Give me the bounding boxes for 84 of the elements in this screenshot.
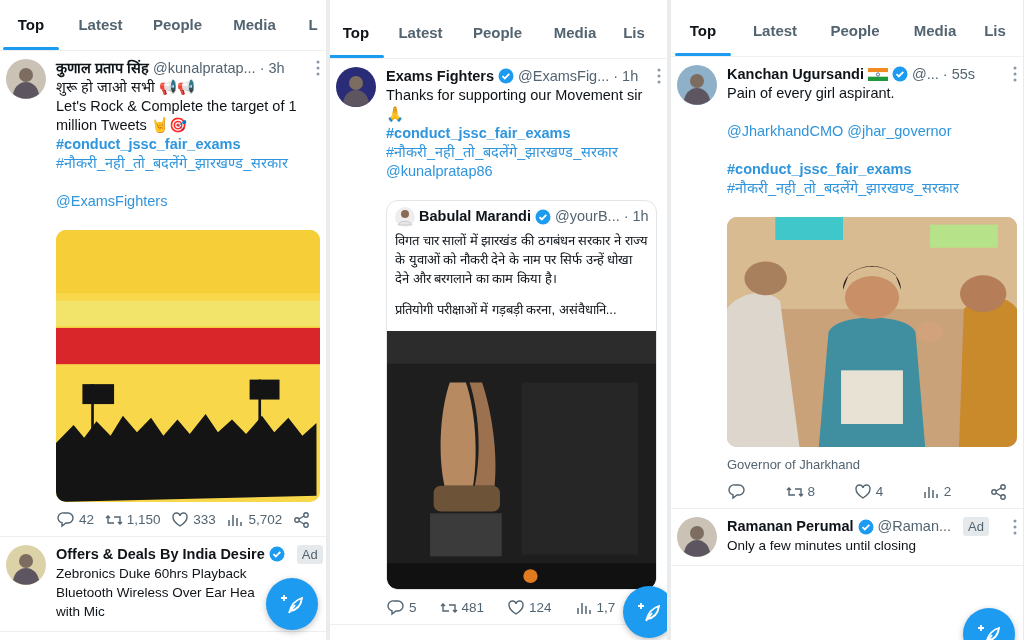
timestamp: · 1h bbox=[613, 66, 639, 86]
tweet-text: Thanks for supporting our Movement sir 🙏 bbox=[386, 85, 644, 124]
tab[interactable]: Latest bbox=[62, 14, 139, 50]
views-button[interactable]: 2 bbox=[920, 482, 952, 503]
reply-button[interactable]: 5 bbox=[386, 597, 417, 618]
author-handle: @... bbox=[911, 64, 939, 84]
tab[interactable]: People bbox=[815, 20, 895, 56]
tab[interactable]: Media bbox=[895, 20, 975, 56]
author-name[interactable]: Babulal Marandi bbox=[419, 207, 531, 226]
tweet-text: Pain of every girl aspirant. bbox=[727, 83, 895, 103]
speech-bubble-icon bbox=[56, 509, 76, 530]
feather-plus-icon bbox=[977, 622, 1001, 640]
author-name[interactable]: Offers & Deals By India Desire bbox=[56, 544, 265, 564]
share-button[interactable] bbox=[989, 482, 1009, 503]
tab[interactable]: Top bbox=[0, 14, 62, 50]
tab[interactable]: Latest bbox=[735, 20, 815, 56]
timestamp: · 55s bbox=[942, 64, 976, 84]
author-name[interactable]: Ramanan Perumal bbox=[727, 517, 854, 537]
tab[interactable]: L bbox=[293, 14, 326, 50]
author-handle: @Raman... bbox=[877, 517, 952, 537]
tab[interactable]: People bbox=[459, 22, 536, 58]
quoted-tweet-card[interactable] bbox=[386, 199, 657, 590]
avatar bbox=[6, 58, 46, 99]
tweet-text: विगत चार सालों में झारखंड की ठगबंधन सरकार ने राज्य के युवाओं को नौकरी देने के नाम पर सिर्फ उन्हें धोखा देने और बरगलाने का काम किया है। bbox=[395, 231, 648, 288]
tweet-text: Let's Rock & Complete the target of 1 million Tweets 🤘🎯 bbox=[56, 96, 298, 135]
avatar bbox=[677, 517, 717, 558]
avatar bbox=[677, 64, 717, 105]
avatar bbox=[6, 544, 46, 585]
author-name[interactable]: Kanchan Ugursandi bbox=[727, 64, 864, 84]
tab[interactable]: Latest bbox=[382, 22, 459, 58]
like-button[interactable]: 333 bbox=[170, 509, 216, 530]
author-handle: @kunalpratap... bbox=[153, 58, 256, 78]
author-name[interactable]: Exams Fighters bbox=[386, 66, 494, 86]
tweet-text: with Mic bbox=[56, 602, 105, 621]
feather-plus-icon bbox=[637, 600, 661, 624]
author-handle: @ExamsFig... bbox=[518, 66, 610, 86]
share-button[interactable] bbox=[291, 509, 312, 530]
speech-bubble-icon bbox=[386, 597, 406, 618]
repost-button[interactable]: 481 bbox=[438, 597, 485, 618]
tab[interactable]: Top bbox=[330, 22, 382, 58]
repost-button[interactable]: 1,150 bbox=[103, 509, 161, 530]
feather-plus-icon bbox=[280, 592, 304, 616]
repost-button[interactable]: 8 bbox=[784, 482, 816, 503]
hashtag-link[interactable]: #नौकरी_नही_तो_बदलेंगे_झारखण्ड_सरकार bbox=[386, 142, 619, 162]
tab[interactable]: Lis bbox=[975, 20, 1015, 56]
avatar bbox=[395, 206, 415, 227]
tweet-text: Only a few minutes until closing bbox=[727, 537, 917, 556]
mention-link[interactable]: @ExamsFighters bbox=[56, 191, 168, 211]
tab[interactable]: Lis bbox=[614, 22, 654, 58]
share-icon bbox=[989, 482, 1009, 503]
more-icon[interactable] bbox=[657, 68, 661, 84]
timestamp: · 3h bbox=[259, 58, 285, 78]
views-button[interactable]: 1,7 bbox=[573, 597, 616, 618]
tweet-text: शुरू हो जाओ सभी 📢📢 bbox=[56, 78, 196, 97]
hashtag-link[interactable]: #नौकरी_नही_तो_बदलेंगे_झारखण्ड_सरकार bbox=[56, 153, 289, 173]
heart-icon bbox=[170, 509, 191, 530]
author-handle: @yourB... bbox=[555, 207, 620, 226]
tab[interactable]: Media bbox=[536, 22, 614, 58]
mention-link[interactable]: @JharkhandCMO @jhar_governor bbox=[727, 121, 952, 141]
tab[interactable]: Top bbox=[671, 20, 735, 56]
views-button[interactable]: 5,702 bbox=[225, 509, 283, 530]
hashtag-link[interactable]: #नौकरी_नही_तो_बदलेंगे_झारखण्ड_सरकार bbox=[727, 178, 960, 198]
like-button[interactable]: 4 bbox=[852, 482, 884, 503]
tab[interactable]: Media bbox=[216, 14, 293, 50]
hashtag-link[interactable]: #conduct_jssc_fair_exams bbox=[56, 134, 241, 154]
share-icon bbox=[291, 509, 312, 530]
like-button[interactable]: 124 bbox=[506, 597, 552, 618]
ad-label: Ad bbox=[963, 517, 989, 537]
mention-link[interactable]: @kunalpratap86 bbox=[386, 161, 493, 181]
reply-button[interactable]: 42 bbox=[56, 509, 95, 530]
hashtag-link[interactable]: #conduct_jssc_fair_exams bbox=[386, 123, 571, 143]
avatar bbox=[336, 66, 376, 107]
more-icon[interactable] bbox=[316, 60, 320, 76]
compose-button[interactable] bbox=[623, 586, 667, 638]
author-name[interactable]: कुणाल प्रताप सिंह bbox=[56, 58, 150, 78]
image-caption: Governor of Jharkhand bbox=[727, 455, 861, 474]
more-icon[interactable] bbox=[1013, 66, 1017, 82]
tab[interactable]: People bbox=[139, 14, 216, 50]
ad-label: Ad bbox=[296, 544, 323, 564]
hashtag-link[interactable]: #conduct_jssc_fair_exams bbox=[727, 159, 912, 179]
heart-icon bbox=[506, 597, 527, 618]
tweet-text: प्रतियोगी परीक्षाओं में गड़बड़ी करना, असंवैधानि... bbox=[395, 300, 617, 319]
timestamp: · 1h bbox=[623, 207, 649, 226]
more-icon[interactable] bbox=[1013, 518, 1017, 535]
